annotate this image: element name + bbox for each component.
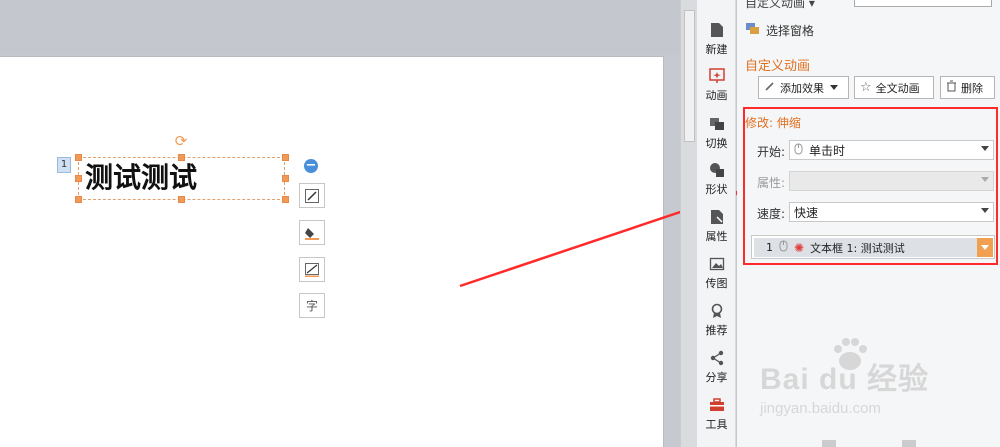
edit-shape-icon[interactable] [299, 183, 325, 208]
sidebar-item-toolbox[interactable]: 工具 [697, 393, 736, 437]
section-title: 自定义动画 [745, 59, 811, 74]
sidebar-item-shape[interactable]: 形状 [697, 158, 736, 202]
chevron-down-icon [981, 208, 989, 213]
animation-item-dropdown[interactable] [977, 238, 993, 257]
sidebar-item-label: 形状 [705, 183, 728, 196]
canvas-top-gutter [0, 0, 680, 55]
speed-value: 快速 [794, 205, 819, 220]
delete-label: 删除 [961, 81, 983, 95]
watermark-brand: Bai du 经验 [760, 363, 930, 396]
add-effect-button[interactable]: 添加效果 [758, 76, 849, 99]
bottom-scroll-stub [902, 440, 916, 447]
recommend-icon [709, 303, 725, 319]
mouse-icon [794, 143, 803, 158]
animation-item-label: 文本框 1: 测试测试 [810, 241, 905, 255]
start-value: 单击时 [809, 143, 846, 158]
fill-color-icon[interactable] [299, 220, 325, 245]
resize-handle-right[interactable] [282, 175, 289, 182]
select-pane-button[interactable]: 选择窗格 [745, 22, 814, 39]
effect-burst-icon: ✺ [794, 240, 805, 255]
textbox-text[interactable]: 测试测试 [85, 158, 197, 198]
sidebar-item-new[interactable]: 新建 [697, 18, 736, 62]
start-label: 开始: [757, 145, 786, 159]
modify-effect-label: 修改: 伸缩 [745, 116, 801, 130]
sidebar-item-animation[interactable]: 动画 [697, 64, 736, 108]
resize-handle-bottom-left[interactable] [75, 196, 82, 203]
delete-button[interactable]: 删除 [940, 76, 995, 99]
slide[interactable] [0, 56, 664, 447]
full-text-animation-button[interactable]: ☆ 全文动画 [854, 76, 934, 99]
resize-handle-left[interactable] [75, 175, 82, 182]
sidebar-item-label: 传图 [705, 277, 728, 290]
sidebar-item-label: 分享 [705, 371, 728, 384]
sidebar-item-label: 动画 [705, 89, 728, 102]
animation-list-item[interactable]: 1 ✺ 文本框 1: 测试测试 [754, 238, 992, 257]
speed-select[interactable]: 快速 [789, 202, 994, 222]
scrollbar-thumb[interactable] [684, 10, 695, 142]
add-effect-label: 添加效果 [780, 81, 824, 95]
textbox[interactable]: 测试测试 [78, 157, 285, 200]
collapse-minus-icon[interactable]: − [304, 159, 318, 173]
upload-image-icon [709, 256, 725, 272]
resize-handle-top-left[interactable] [75, 154, 82, 161]
animation-index: 1 [766, 241, 773, 254]
shape-icon [709, 162, 725, 178]
chevron-down-icon [981, 177, 989, 182]
property-select [789, 171, 994, 191]
font-icon[interactable]: 字 [299, 293, 325, 318]
sidebar-item-share[interactable]: 分享 [697, 346, 736, 390]
select-pane-label: 选择窗格 [766, 24, 815, 38]
sidebar-item-recommend[interactable]: 推荐 [697, 299, 736, 343]
full-text-animation-label: 全文动画 [875, 81, 920, 95]
sidebar-item-transition[interactable]: 切换 [697, 112, 736, 156]
animation-list[interactable]: 1 ✺ 文本框 1: 测试测试 [751, 235, 995, 259]
sidebar-item-property[interactable]: 属性 [697, 205, 736, 249]
property-icon [709, 209, 725, 225]
toolbox-icon [709, 397, 725, 413]
sidebar-item-upload-image[interactable]: 传图 [697, 252, 736, 296]
property-label: 属性: [757, 176, 786, 190]
resize-handle-bottom-right[interactable] [282, 196, 289, 203]
font-icon-glyph: 字 [305, 299, 318, 313]
transition-icon [709, 116, 725, 132]
start-select[interactable]: 单击时 [789, 140, 994, 160]
chevron-down-icon [981, 146, 989, 151]
baidu-watermark: Bai du 经验 jingyan.baidu.com [760, 338, 990, 430]
task-pane-strip: 新建 动画 切换 形状 属性 传图 推荐 分享 工具 [697, 0, 736, 447]
share-icon [709, 350, 725, 366]
rotate-handle-icon[interactable]: ⟳ [173, 133, 189, 149]
resize-handle-top[interactable] [178, 154, 185, 161]
star-icon: ☆ [860, 80, 872, 95]
panel-header-dropdown[interactable] [854, 0, 992, 7]
vertical-scrollbar[interactable] [680, 0, 697, 447]
watermark-url: jingyan.baidu.com [760, 400, 881, 417]
resize-handle-top-right[interactable] [282, 154, 289, 161]
speed-label: 速度: [757, 207, 786, 221]
select-pane-icon [745, 22, 761, 39]
chevron-down-icon [830, 85, 838, 90]
sidebar-item-label: 推荐 [705, 324, 728, 337]
animation-icon [708, 68, 725, 84]
sidebar-item-label: 属性 [705, 230, 728, 243]
pencil-icon [764, 80, 776, 95]
slide-canvas-area [0, 0, 680, 447]
trash-icon [946, 80, 957, 95]
panel-header-label: 自定义动画 ▾ [745, 0, 815, 10]
new-file-icon [709, 22, 725, 38]
resize-handle-bottom[interactable] [178, 196, 185, 203]
animation-order-badge[interactable]: 1 [57, 157, 71, 173]
sidebar-item-label: 新建 [705, 43, 728, 56]
line-style-icon[interactable] [299, 257, 325, 282]
bottom-scroll-stub [822, 440, 836, 447]
sidebar-item-label: 工具 [705, 418, 728, 431]
mouse-icon [779, 240, 788, 255]
sidebar-item-label: 切换 [705, 137, 728, 150]
